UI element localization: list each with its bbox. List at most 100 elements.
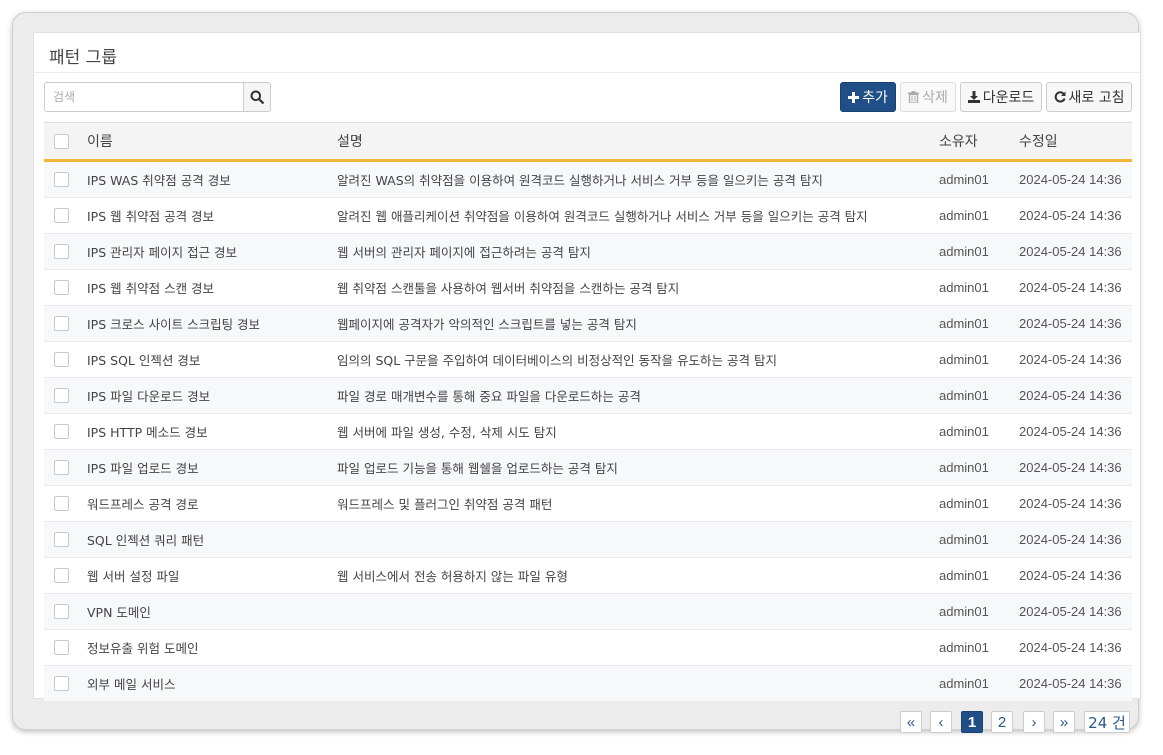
row-name[interactable]: IPS 웹 취약점 스캔 경보 (87, 270, 214, 305)
row-checkbox-cell (54, 414, 69, 449)
column-header-owner[interactable]: 소유자 (939, 123, 978, 159)
row-name[interactable]: 워드프레스 공격 경로 (87, 486, 198, 521)
table-row[interactable]: VPN 도메인 admin01 2024-05-24 14:36 (44, 594, 1132, 630)
row-checkbox[interactable] (54, 244, 69, 259)
table-row[interactable]: IPS 관리자 페이지 접근 경보 웹 서버의 관리자 페이지에 접근하려는 공격… (44, 234, 1132, 270)
table-row[interactable]: IPS 파일 다운로드 경보 파일 경로 매개변수를 통해 중요 파일을 다운로드… (44, 378, 1132, 414)
table-body: IPS WAS 취약점 공격 경보 알려진 WAS의 취약점을 이용하여 원격코드… (44, 162, 1132, 702)
row-description: 임의의 SQL 구문을 주입하여 데이터베이스의 비정상적인 동작을 유도하는 … (337, 353, 777, 368)
row-modified: 2024-05-24 14:36 (1019, 244, 1122, 259)
table-row[interactable]: 워드프레스 공격 경로 워드프레스 및 플러그인 취약점 공격 패턴 admin01… (44, 486, 1132, 522)
row-name[interactable]: IPS WAS 취약점 공격 경보 (87, 162, 231, 197)
pattern-group-panel: 패턴 그룹 추가 삭제 (33, 32, 1141, 702)
row-checkbox[interactable] (54, 316, 69, 331)
refresh-button[interactable]: 새로 고침 (1046, 82, 1132, 112)
row-modified: 2024-05-24 14:36 (1019, 676, 1122, 691)
row-description: 파일 경로 매개변수를 통해 중요 파일을 다운로드하는 공격 (337, 389, 641, 404)
row-checkbox[interactable] (54, 172, 69, 187)
search-input[interactable] (44, 82, 244, 112)
column-header-description[interactable]: 설명 (337, 123, 363, 159)
trash-icon (908, 91, 920, 103)
row-modified: 2024-05-24 14:36 (1019, 496, 1122, 511)
download-icon (967, 91, 980, 103)
row-checkbox[interactable] (54, 208, 69, 223)
row-owner: admin01 (939, 280, 989, 295)
refresh-button-label: 새로 고침 (1068, 90, 1125, 106)
row-checkbox-cell (54, 630, 69, 665)
page-2-button[interactable]: 2 (991, 711, 1013, 733)
prev-page-button[interactable]: ‹ (930, 711, 952, 733)
table-row[interactable]: 웹 서버 설정 파일 웹 서비스에서 전송 허용하지 않는 파일 유형 admin0… (44, 558, 1132, 594)
title-divider (34, 72, 1140, 73)
row-checkbox-cell (54, 450, 69, 485)
row-checkbox[interactable] (54, 424, 69, 439)
table-row[interactable]: 외부 메일 서비스 admin01 2024-05-24 14:36 (44, 666, 1132, 702)
row-description: 웹 서버에 파일 생성, 수정, 삭제 시도 탐지 (337, 425, 557, 440)
row-checkbox[interactable] (54, 676, 69, 691)
row-name[interactable]: IPS 파일 다운로드 경보 (87, 378, 210, 413)
delete-button[interactable]: 삭제 (900, 82, 956, 112)
row-name[interactable]: IPS HTTP 메소드 경보 (87, 414, 208, 449)
select-all-checkbox[interactable] (54, 133, 69, 149)
row-modified: 2024-05-24 14:36 (1019, 316, 1122, 331)
download-button[interactable]: 다운로드 (960, 82, 1042, 112)
row-checkbox[interactable] (54, 532, 69, 547)
row-owner: admin01 (939, 532, 989, 547)
row-modified: 2024-05-24 14:36 (1019, 532, 1122, 547)
download-button-label: 다운로드 (982, 90, 1035, 106)
next-page-button[interactable]: › (1023, 711, 1045, 733)
table-row[interactable]: IPS 파일 업로드 경보 파일 업로드 기능을 통해 웹쉘을 업로드하는 공격 … (44, 450, 1132, 486)
table-row[interactable]: IPS 웹 취약점 공격 경보 알려진 웹 애플리케이션 취약점을 이용하여 원격… (44, 198, 1132, 234)
row-owner: admin01 (939, 640, 989, 655)
row-checkbox[interactable] (54, 280, 69, 295)
last-page-button[interactable]: » (1053, 711, 1075, 733)
row-name[interactable]: VPN 도메인 (87, 594, 151, 629)
row-owner: admin01 (939, 316, 989, 331)
row-owner: admin01 (939, 424, 989, 439)
row-name[interactable]: IPS 웹 취약점 공격 경보 (87, 198, 214, 233)
row-name[interactable]: IPS 관리자 페이지 접근 경보 (87, 234, 237, 269)
row-checkbox-cell (54, 594, 69, 629)
row-description: 웹페이지에 공격자가 악의적인 스크립트를 넣는 공격 탐지 (337, 317, 637, 332)
row-description: 파일 업로드 기능을 통해 웹쉘을 업로드하는 공격 탐지 (337, 461, 618, 476)
row-checkbox[interactable] (54, 640, 69, 655)
row-checkbox[interactable] (54, 604, 69, 619)
row-name[interactable]: 외부 메일 서비스 (87, 666, 175, 701)
row-checkbox-cell (54, 486, 69, 521)
column-header-modified[interactable]: 수정일 (1019, 123, 1058, 159)
row-name[interactable]: 정보유출 위험 도메인 (87, 630, 198, 665)
row-checkbox[interactable] (54, 496, 69, 511)
row-name[interactable]: IPS SQL 인젝션 경보 (87, 342, 200, 377)
pattern-group-table: 이름 설명 소유자 수정일 IPS WAS 취약점 공격 경보 알려진 WAS의 … (44, 122, 1132, 702)
row-description: 알려진 웹 애플리케이션 취약점을 이용하여 원격코드 실행하거나 서비스 거부… (337, 209, 868, 224)
search-button[interactable] (243, 82, 271, 112)
row-modified: 2024-05-24 14:36 (1019, 424, 1122, 439)
column-header-name[interactable]: 이름 (87, 123, 113, 159)
add-button[interactable]: 추가 (840, 82, 896, 112)
table-row[interactable]: IPS WAS 취약점 공격 경보 알려진 WAS의 취약점을 이용하여 원격코드… (44, 162, 1132, 198)
table-row[interactable]: IPS SQL 인젝션 경보 임의의 SQL 구문을 주입하여 데이터베이스의 비… (44, 342, 1132, 378)
row-checkbox-cell (54, 378, 69, 413)
table-row[interactable]: SQL 인젝션 쿼리 패턴 admin01 2024-05-24 14:36 (44, 522, 1132, 558)
row-name[interactable]: 웹 서버 설정 파일 (87, 558, 179, 593)
table-row[interactable]: IPS 웹 취약점 스캔 경보 웹 취약점 스캔툴을 사용하여 웹서버 취약점을 … (44, 270, 1132, 306)
row-checkbox[interactable] (54, 388, 69, 403)
row-checkbox[interactable] (54, 460, 69, 475)
table-row[interactable]: IPS HTTP 메소드 경보 웹 서버에 파일 생성, 수정, 삭제 시도 탐지… (44, 414, 1132, 450)
row-checkbox-cell (54, 198, 69, 233)
select-all-cell (54, 123, 69, 159)
page-1-button[interactable]: 1 (961, 711, 983, 733)
row-name[interactable]: SQL 인젝션 쿼리 패턴 (87, 522, 204, 557)
row-checkbox[interactable] (54, 352, 69, 367)
table-row[interactable]: 정보유출 위험 도메인 admin01 2024-05-24 14:36 (44, 630, 1132, 666)
row-owner: admin01 (939, 676, 989, 691)
table-row[interactable]: IPS 크로스 사이트 스크립팅 경보 웹페이지에 공격자가 악의적인 스크립트를… (44, 306, 1132, 342)
row-checkbox[interactable] (54, 568, 69, 583)
total-count: 24 건 (1084, 711, 1130, 733)
first-page-button[interactable]: « (900, 711, 922, 733)
row-checkbox-cell (54, 342, 69, 377)
row-owner: admin01 (939, 568, 989, 583)
panel-title: 패턴 그룹 (49, 48, 117, 68)
row-name[interactable]: IPS 파일 업로드 경보 (87, 450, 199, 485)
row-name[interactable]: IPS 크로스 사이트 스크립팅 경보 (87, 306, 260, 341)
